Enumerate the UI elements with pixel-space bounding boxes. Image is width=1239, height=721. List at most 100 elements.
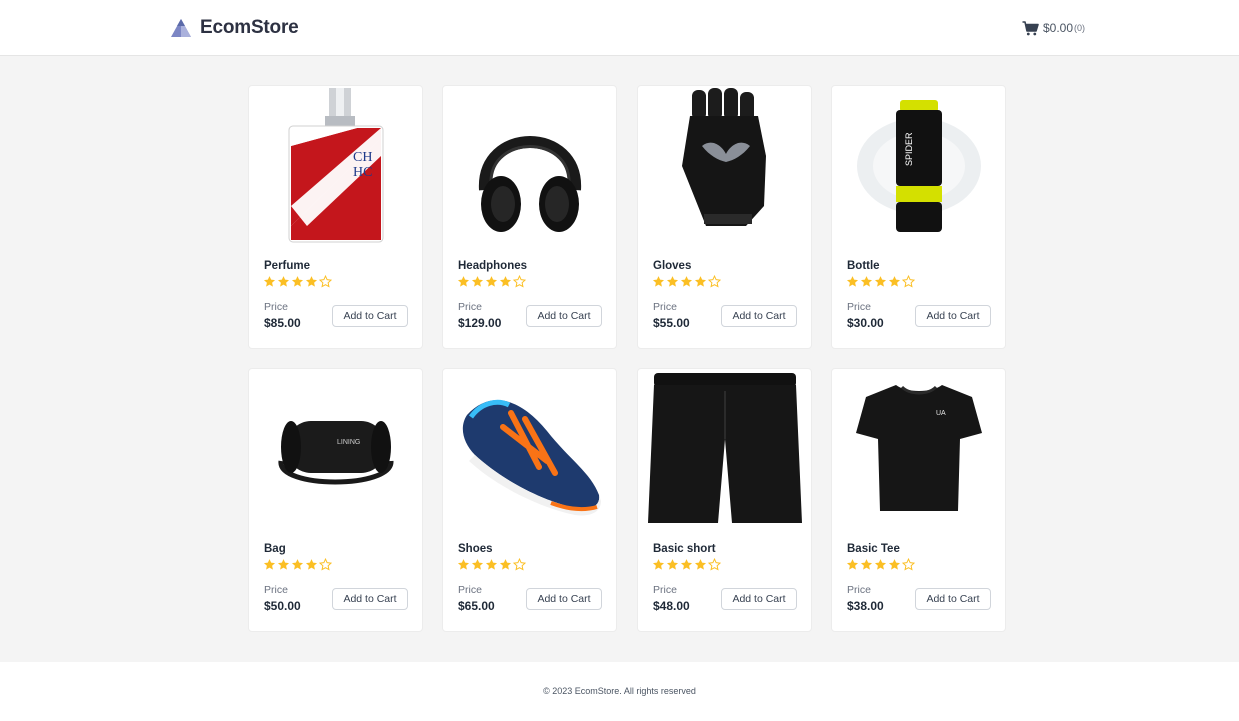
star-icon (457, 276, 470, 287)
product-price: $38.00 (847, 599, 884, 613)
product-rating (457, 558, 526, 571)
star-icon (499, 559, 512, 570)
pyramid-logo-icon (171, 19, 191, 37)
cart-count: (0) (1074, 23, 1086, 33)
svg-text:LINING: LINING (337, 439, 360, 446)
product-image-basic-short[interactable] (646, 369, 804, 527)
star-icon (263, 276, 276, 287)
star-outline-icon (513, 275, 526, 288)
star-icon (694, 276, 707, 287)
cart-button[interactable]: $0.00 (0) (1022, 19, 1085, 37)
star-icon (652, 559, 665, 570)
add-to-cart-button[interactable]: Add to Cart (526, 588, 602, 610)
product-card[interactable]: UA Basic Tee Price $38.00 Add to Cart (831, 368, 1006, 632)
star-icon (277, 276, 290, 287)
price-label: Price (653, 584, 677, 596)
product-name: Bag (264, 543, 286, 555)
logo-text: EcomStore (200, 17, 299, 38)
product-name: Headphones (458, 260, 528, 272)
star-icon (652, 276, 665, 287)
product-price: $85.00 (264, 316, 301, 330)
svg-text:CH: CH (353, 150, 372, 165)
price-label: Price (264, 301, 288, 313)
product-name: Bottle (847, 260, 880, 272)
star-icon (680, 276, 693, 287)
price-label: Price (847, 301, 871, 313)
product-image-gloves[interactable] (646, 86, 804, 244)
star-icon (860, 559, 873, 570)
product-name: Gloves (653, 260, 692, 272)
product-image-perfume[interactable]: CH HC (257, 86, 415, 244)
add-to-cart-button[interactable]: Add to Cart (915, 588, 991, 610)
product-price: $55.00 (653, 316, 690, 330)
star-outline-icon (708, 558, 721, 571)
product-card[interactable]: LINING Bag Price $50.00 Add to Cart (248, 368, 423, 632)
star-icon (694, 559, 707, 570)
product-rating (652, 558, 721, 571)
product-price: $65.00 (458, 599, 495, 613)
svg-text:HC: HC (353, 165, 372, 180)
product-name: Perfume (264, 260, 311, 272)
product-image-bottle[interactable]: SPIDER (840, 86, 998, 244)
star-icon (291, 276, 304, 287)
product-image-basic-tee[interactable]: UA (840, 369, 998, 527)
star-icon (846, 276, 859, 287)
star-outline-icon (902, 275, 915, 288)
star-icon (305, 276, 318, 287)
price-label: Price (264, 584, 288, 596)
price-label: Price (458, 584, 482, 596)
add-to-cart-button[interactable]: Add to Cart (721, 305, 797, 327)
star-icon (277, 559, 290, 570)
store-logo[interactable]: EcomStore (170, 15, 299, 41)
product-name: Basic short (653, 543, 716, 555)
product-card[interactable]: SPIDER Bottle Price $30.00 Add to Cart (831, 85, 1006, 349)
star-outline-icon (708, 275, 721, 288)
star-icon (485, 559, 498, 570)
svg-text:UA: UA (936, 410, 946, 417)
star-icon (471, 276, 484, 287)
site-header: EcomStore $0.00 (0) (0, 0, 1239, 56)
star-icon (874, 276, 887, 287)
product-card[interactable]: Basic short Price $48.00 Add to Cart (637, 368, 812, 632)
product-rating (846, 275, 915, 288)
star-icon (846, 559, 859, 570)
product-card[interactable]: Shoes Price $65.00 Add to Cart (442, 368, 617, 632)
svg-text:SPIDER: SPIDER (904, 132, 914, 166)
add-to-cart-button[interactable]: Add to Cart (332, 588, 408, 610)
add-to-cart-button[interactable]: Add to Cart (915, 305, 991, 327)
product-price: $129.00 (458, 316, 502, 330)
product-card[interactable]: CH HC Perfume Price $85.00 Add to Cart (248, 85, 423, 349)
product-rating (263, 275, 332, 288)
star-icon (888, 559, 901, 570)
add-to-cart-button[interactable]: Add to Cart (332, 305, 408, 327)
star-icon (860, 276, 873, 287)
star-icon (263, 559, 276, 570)
star-outline-icon (902, 558, 915, 571)
product-price: $48.00 (653, 599, 690, 613)
star-icon (305, 559, 318, 570)
star-icon (291, 559, 304, 570)
star-outline-icon (513, 558, 526, 571)
copyright-text: © 2023 EcomStore. All rights reserved (543, 686, 696, 696)
add-to-cart-button[interactable]: Add to Cart (721, 588, 797, 610)
price-label: Price (458, 301, 482, 313)
star-outline-icon (319, 275, 332, 288)
product-rating (263, 558, 332, 571)
product-card[interactable]: Headphones Price $129.00 Add to Cart (442, 85, 617, 349)
product-rating (846, 558, 915, 571)
product-card[interactable]: Gloves Price $55.00 Add to Cart (637, 85, 812, 349)
price-label: Price (847, 584, 871, 596)
star-icon (666, 559, 679, 570)
add-to-cart-button[interactable]: Add to Cart (526, 305, 602, 327)
product-image-bag[interactable]: LINING (257, 369, 415, 527)
star-icon (680, 559, 693, 570)
product-name: Shoes (458, 543, 493, 555)
star-icon (666, 276, 679, 287)
product-image-headphones[interactable] (451, 86, 609, 244)
star-icon (888, 276, 901, 287)
product-image-shoes[interactable] (451, 369, 609, 527)
product-rating (457, 275, 526, 288)
star-icon (471, 559, 484, 570)
cart-total: $0.00 (1043, 21, 1074, 35)
shopping-cart-icon (1022, 20, 1039, 35)
